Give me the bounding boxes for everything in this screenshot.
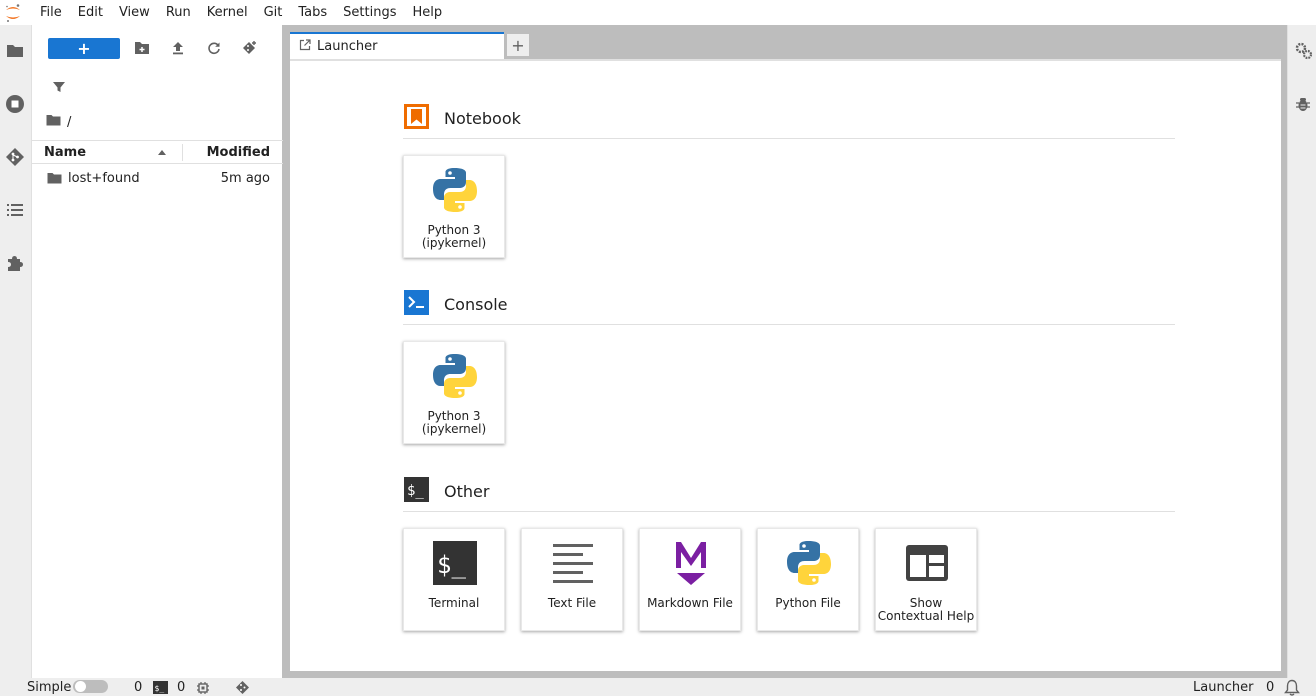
column-name-header[interactable]: Name	[44, 145, 86, 160]
card-label: Python 3 (ipykernel)	[421, 223, 487, 250]
breadcrumb: /	[46, 113, 71, 131]
text-file-icon	[547, 537, 599, 589]
git-clone-icon[interactable]	[241, 39, 259, 57]
tab-bar: Launcher +	[290, 32, 530, 59]
card-label: Python 3 (ipykernel)	[421, 409, 487, 436]
home-folder-icon[interactable]	[46, 114, 61, 130]
folder-icon[interactable]	[4, 40, 26, 62]
card-label: Markdown File	[647, 596, 733, 610]
launcher-card-python-file[interactable]: Python File	[757, 528, 859, 631]
launcher-card-python3-notebook[interactable]: Python 3 (ipykernel)	[403, 155, 505, 258]
git-status-icon[interactable]	[235, 680, 250, 696]
menu-edit[interactable]: Edit	[72, 0, 113, 25]
markdown-icon	[665, 537, 717, 589]
file-name: lost+found	[68, 171, 140, 186]
new-launcher-button[interactable]: +	[48, 38, 120, 59]
file-modified: 5m ago	[220, 171, 270, 186]
menu-kernel[interactable]: Kernel	[201, 0, 258, 25]
kernel-chip-icon[interactable]	[196, 681, 210, 696]
launcher-card-contextual-help[interactable]: Show Contextual Help	[875, 528, 977, 631]
other-section: $_ Other $_ Terminal Text File Markdown …	[403, 476, 1175, 631]
left-activity-bar	[0, 25, 32, 678]
other-terminal-icon: $_	[403, 476, 430, 507]
menu-run[interactable]: Run	[160, 0, 201, 25]
filter-icon[interactable]	[52, 80, 72, 100]
running-icon[interactable]	[4, 93, 26, 115]
column-modified-header[interactable]: Modified	[207, 145, 270, 160]
svg-text:$_: $_	[155, 684, 165, 693]
main-dock-area: Launcher + Notebook Python 3 (ipykernel)…	[283, 25, 1287, 678]
toc-icon[interactable]	[4, 199, 26, 221]
python-logo-icon	[429, 350, 481, 402]
section-title: Other	[444, 482, 490, 501]
file-browser-toolbar: +	[32, 35, 283, 61]
tab-label: Launcher	[317, 39, 378, 54]
svg-text:$_: $_	[437, 551, 466, 579]
terminals-count[interactable]: 0	[134, 680, 142, 695]
file-list-header: Name Modified	[32, 140, 283, 164]
launcher-card-markdown-file[interactable]: Markdown File	[639, 528, 741, 631]
property-inspector-icon[interactable]	[1295, 42, 1313, 60]
menu-help[interactable]: Help	[407, 0, 453, 25]
launcher-card-python3-console[interactable]: Python 3 (ipykernel)	[403, 341, 505, 444]
card-label: Show Contextual Help	[877, 596, 975, 623]
status-bar: Simple 0 $_ 0 Launcher 0	[0, 678, 1316, 696]
kernels-count[interactable]: 0	[177, 680, 185, 695]
menu-settings[interactable]: Settings	[337, 0, 406, 25]
jupyter-logo-icon	[0, 0, 34, 25]
terminal-icon: $_	[429, 537, 481, 589]
menu-file[interactable]: File	[34, 0, 72, 25]
notebook-section-header: Notebook	[403, 103, 1175, 139]
python-logo-icon	[783, 537, 835, 589]
tab-launcher[interactable]: Launcher	[290, 32, 504, 59]
console-icon	[403, 289, 430, 320]
card-label: Text File	[547, 596, 597, 610]
column-divider[interactable]	[182, 144, 183, 161]
git-icon[interactable]	[4, 146, 26, 168]
new-tab-button[interactable]: +	[506, 33, 530, 57]
menu-git[interactable]: Git	[258, 0, 293, 25]
notebook-icon	[403, 103, 430, 134]
console-section: Console Python 3 (ipykernel)	[403, 289, 1175, 444]
right-activity-bar	[1287, 25, 1316, 678]
card-label: Python File	[775, 596, 841, 610]
launcher-card-text-file[interactable]: Text File	[521, 528, 623, 631]
menu-bar: File Edit View Run Kernel Git Tabs Setti…	[0, 0, 1316, 25]
sort-ascending-icon	[158, 150, 166, 155]
contextual-help-icon	[901, 537, 953, 589]
notification-bell-icon[interactable]	[1284, 679, 1300, 696]
section-title: Console	[444, 295, 508, 314]
refresh-icon[interactable]	[205, 39, 223, 57]
upload-icon[interactable]	[169, 39, 187, 57]
extension-icon[interactable]	[4, 252, 26, 274]
launcher-card-terminal[interactable]: $_ Terminal	[403, 528, 505, 631]
notebook-section: Notebook Python 3 (ipykernel)	[403, 103, 1175, 258]
launcher-panel: Notebook Python 3 (ipykernel) Console Py…	[290, 59, 1281, 671]
folder-icon	[47, 172, 62, 188]
debugger-bug-icon[interactable]	[1295, 96, 1313, 114]
new-folder-icon[interactable]	[133, 39, 151, 57]
launcher-tab-icon	[299, 38, 311, 55]
terminal-status-icon[interactable]: $_	[153, 681, 168, 696]
menu-tabs[interactable]: Tabs	[292, 0, 337, 25]
breadcrumb-root[interactable]: /	[67, 115, 71, 130]
console-section-header: Console	[403, 289, 1175, 325]
file-browser-panel: + / Name Modified lost+found 5m ago	[32, 25, 283, 678]
other-section-header: $_ Other	[403, 476, 1175, 512]
card-label: Terminal	[428, 596, 480, 610]
svg-text:$_: $_	[407, 483, 424, 499]
simple-mode-toggle[interactable]	[73, 680, 108, 693]
menu-view[interactable]: View	[113, 0, 160, 25]
simple-mode-label: Simple	[27, 680, 72, 695]
table-row[interactable]: lost+found 5m ago	[32, 168, 283, 190]
notifications-count[interactable]: 0	[1266, 680, 1274, 695]
active-document-label: Launcher	[1193, 680, 1254, 695]
section-title: Notebook	[444, 109, 521, 128]
python-logo-icon	[429, 164, 481, 216]
